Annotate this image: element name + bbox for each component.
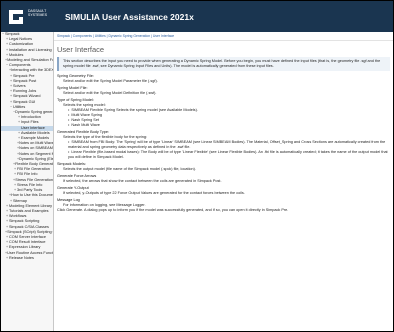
header-bar: DASSAULT SYSTEMES SIMULIA User Assistanc… <box>1 1 393 32</box>
body-text: Spring Geometry File: Select and/or edit … <box>54 74 393 213</box>
breadcrumb[interactable]: Simpack | Components | Utilities | Dynam… <box>54 32 393 41</box>
sidebar-item-label: Release Notes <box>9 255 34 260</box>
bullet-item: Nash Multi Wave <box>57 123 390 128</box>
dassault-logo-icon <box>9 10 23 24</box>
page-title: User Interface <box>57 45 105 54</box>
paragraph: Select and/or edit the Spring Model Defi… <box>63 91 157 95</box>
intro-note: This section describes the input you nee… <box>57 57 390 71</box>
app-window: DASSAULT SYSTEMES SIMULIA User Assistanc… <box>0 0 394 332</box>
sidebar-item[interactable]: + Release Notes <box>1 256 53 261</box>
paragraph: Click Generate. A dialog pops up to info… <box>57 208 289 212</box>
bullet-item: Linear Flexible (file-based modal bases)… <box>57 150 390 160</box>
brand-text: DASSAULT SYSTEMES <box>28 9 58 17</box>
paragraph: If selected, the arrows that show the co… <box>63 179 222 183</box>
app-title: SIMULIA User Assistance 2021x <box>65 12 194 22</box>
paragraph: If selected, y-Outputs of type 22 Force … <box>63 191 245 195</box>
paragraph: Select and/or edit the Spring Model Para… <box>63 79 158 83</box>
brand-line-2: SYSTEMES <box>28 13 48 17</box>
paragraph: Selects the output model (file name of t… <box>63 167 196 171</box>
bullet-item: SIMBEAM from FBI Body: The 'Spring' will… <box>57 140 390 150</box>
navigation-tree: − Simpack + Legal Notices + Customization + Ins… <box>1 32 54 331</box>
main-content: Simpack | Components | Utilities | Dynam… <box>54 32 393 331</box>
